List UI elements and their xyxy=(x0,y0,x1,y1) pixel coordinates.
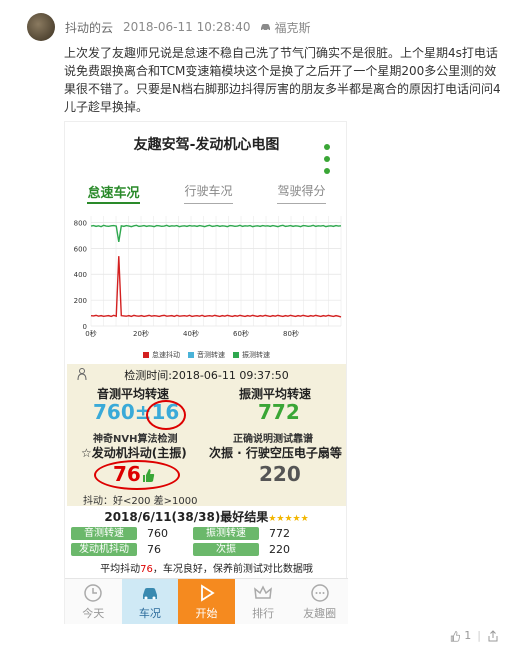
crown-icon xyxy=(254,584,273,599)
nav-rank[interactable]: 排行 xyxy=(235,579,292,624)
car-icon xyxy=(142,587,157,599)
vib-note: 正确说明测试靠谱 xyxy=(233,434,313,445)
app-title: 友趣安驾-发动机心电图 xyxy=(133,137,280,153)
car-icon xyxy=(261,24,271,32)
ecg-chart: 02004006008000秒 20秒 40秒 60秒 80秒 xyxy=(74,216,342,338)
highlight-circle xyxy=(146,400,186,430)
x-tick-label: 20秒 xyxy=(133,329,149,338)
author-name[interactable]: 抖动的云 xyxy=(65,19,113,36)
best-row: 发动机抖动 76 次振 220 xyxy=(71,542,315,556)
shake-label: ☆发动机抖动(主振) xyxy=(81,446,187,460)
post-body: 上次发了友趣师兄说是怠速不稳自己洗了节气门确实不是很脏。上个星期4s打电话说免费… xyxy=(64,46,501,114)
sub-vib-value: 220 xyxy=(259,462,301,486)
vib-avg-value: 772 xyxy=(258,400,300,424)
legend-item: 音测转速 xyxy=(188,350,225,360)
car-model[interactable]: 福克斯 xyxy=(260,19,310,36)
nav-circle[interactable]: 友趣圈 xyxy=(291,579,348,624)
x-tick-label: 40秒 xyxy=(183,329,199,338)
highlight-circle xyxy=(94,460,180,490)
avatar[interactable] xyxy=(27,13,55,41)
bottom-nav: 今天 车况 开始 排行 友趣圈 xyxy=(65,578,348,624)
y-tick-label: 800 xyxy=(74,219,87,227)
like-count: 1 xyxy=(464,629,472,642)
clock-icon xyxy=(84,583,103,602)
y-tick-label: 600 xyxy=(74,245,87,253)
test-time: 检测时间:2018-06-11 09:37:50 xyxy=(124,369,289,382)
y-tick-label: 200 xyxy=(74,297,87,305)
x-tick-label: 0秒 xyxy=(85,329,96,338)
post-image[interactable]: 友趣安驾-发动机心电图 怠速车况 行驶车况 驾驶得分 0 200 400 600 800… xyxy=(64,121,348,624)
tab-driving[interactable]: 行驶车况 xyxy=(184,182,233,204)
post-header: 抖动的云 2018-06-11 10:28:40 福克斯 xyxy=(27,12,310,42)
nav-car[interactable]: 车况 xyxy=(121,579,179,624)
stats-panel: 检测时间:2018-06-11 09:37:50 音测平均转速 振测平均转速 7… xyxy=(67,364,346,507)
thumb-up-icon[interactable] xyxy=(449,630,461,642)
nav-today[interactable]: 今天 xyxy=(65,579,122,624)
tab-score[interactable]: 驾驶得分 xyxy=(277,182,326,204)
best-title: 2018/6/11(38/38)最好结果★★★★★ xyxy=(104,510,309,524)
sound-note: 神奇NVH算法检测 xyxy=(93,434,178,445)
y-tick-label: 400 xyxy=(74,271,87,279)
x-tick-label: 80秒 xyxy=(283,329,299,338)
summary-text: 平均抖动76，车况良好，保养前测试对比数据哦 xyxy=(100,564,313,575)
post-time: 2018-06-11 10:28:40 xyxy=(123,20,251,34)
share-icon[interactable] xyxy=(487,629,499,642)
x-tick-label: 60秒 xyxy=(233,329,249,338)
chart-legend: 怠速抖动 音测转速 振测转速 xyxy=(65,350,348,360)
sub-vib-label: 次振 · 行驶空压电子扇等 xyxy=(209,446,342,460)
tab-idle[interactable]: 怠速车况 xyxy=(87,182,140,204)
chat-icon xyxy=(310,583,329,602)
shake-hint: 抖动：好<200 差>1000 xyxy=(83,496,198,507)
post-actions: 1 | xyxy=(449,629,499,642)
legend-item: 振测转速 xyxy=(233,350,270,360)
best-row: 音测转速 760 振测转速 772 xyxy=(71,526,315,540)
car-model-label: 福克斯 xyxy=(274,20,311,35)
nav-start[interactable]: 开始 xyxy=(178,579,235,624)
more-menu-icon[interactable] xyxy=(324,144,330,174)
legend-item: 怠速抖动 xyxy=(143,350,180,360)
play-icon xyxy=(201,583,216,602)
best-result: 2018/6/11(38/38)最好结果★★★★★ 音测转速 760 振测转速 77… xyxy=(67,508,346,576)
app-tabs: 怠速车况 行驶车况 驾驶得分 xyxy=(65,182,348,204)
